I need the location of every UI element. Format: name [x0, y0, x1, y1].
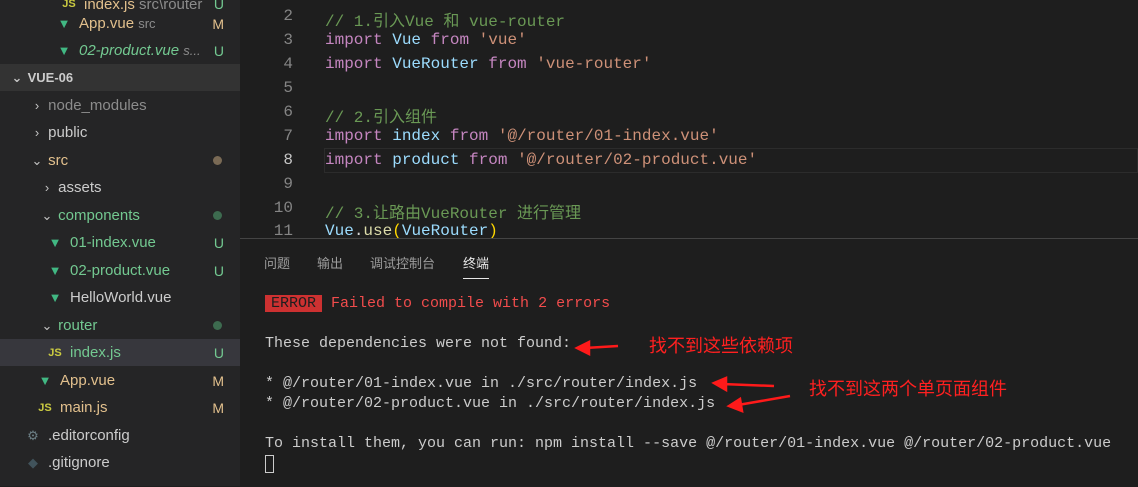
project-header[interactable]: ⌄ VUE-06: [0, 64, 240, 91]
code-line: // 2.引入组件: [325, 109, 438, 127]
chevron-right-icon: ›: [44, 180, 50, 195]
code-line: // 3.让路由VueRouter 进行管理: [325, 205, 582, 223]
code-line: import product from '@/router/02-product…: [325, 151, 758, 169]
vue-file-icon: ▼: [48, 235, 62, 250]
annotation-arrows: [574, 339, 791, 413]
code-line: import Vue from 'vue': [325, 31, 527, 49]
code-line: import index from '@/router/01-index.vue…: [325, 127, 719, 145]
vue-file-icon: ▼: [38, 373, 52, 388]
folder-components[interactable]: ⌄ components: [0, 202, 240, 229]
chevron-right-icon: ›: [34, 98, 40, 113]
vue-file-icon: ▼: [48, 263, 62, 278]
folder-src[interactable]: ⌄ src: [0, 147, 240, 174]
file-01-index-vue[interactable]: ▼ 01-index.vue U: [0, 229, 240, 256]
code-line: // 1.引入Vue 和 vue-router: [325, 13, 566, 31]
arrow-3: [737, 394, 791, 407]
folder-node-modules[interactable]: › node_modules: [0, 92, 240, 119]
file-helloworld-vue[interactable]: ▼ HelloWorld.vue: [0, 284, 240, 311]
chevron-down-icon: ⌄: [41, 207, 53, 223]
gear-icon: ⚙: [27, 427, 39, 443]
arrow-2-head: [711, 376, 728, 393]
file-editorconfig[interactable]: ⚙ .editorconfig: [0, 422, 240, 449]
code-editor[interactable]: 2 // 1.引入Vue 和 vue-router 3 import Vue f…: [240, 0, 1138, 240]
untracked-dot: [213, 211, 222, 220]
js-file-icon: JS: [62, 0, 76, 10]
bottom-panel: 问题 输出 调试控制台 终端 ERROR Failed to compile w…: [240, 238, 1138, 486]
folder-public[interactable]: › public: [0, 119, 240, 146]
vue-file-icon: ▼: [48, 290, 62, 305]
git-icon: ◆: [28, 454, 38, 470]
js-file-icon: JS: [38, 401, 52, 414]
file-index-js[interactable]: JS index.js U: [0, 339, 240, 366]
file-app-vue[interactable]: ▼ App.vue M: [0, 367, 240, 394]
chevron-right-icon: ›: [34, 125, 40, 140]
untracked-dot: [213, 321, 222, 330]
file-main-js[interactable]: JS main.js M: [0, 394, 240, 421]
chevron-down-icon: ⌄: [41, 317, 53, 333]
folder-router[interactable]: ⌄ router: [0, 312, 240, 339]
modified-dot: [213, 156, 222, 165]
explorer-sidebar: JS index.js src\router U ▼ App.vue src M…: [0, 0, 240, 486]
vue-file-icon: ▼: [57, 43, 71, 58]
chevron-down-icon: ⌄: [31, 152, 43, 168]
arrow-3-head: [726, 396, 744, 413]
file-gitignore[interactable]: ◆ .gitignore: [0, 449, 240, 476]
arrow-2: [721, 382, 775, 388]
code-line: import VueRouter from 'vue-router': [325, 55, 652, 73]
js-file-icon: JS: [48, 346, 62, 359]
chevron-down-icon: ⌄: [11, 69, 23, 85]
open-editor-app-vue[interactable]: ▼ App.vue src M: [0, 10, 240, 37]
open-editor-02-product-vue[interactable]: ▼ 02-product.vue s... U: [0, 37, 240, 64]
file-02-product-vue[interactable]: ▼ 02-product.vue U: [0, 257, 240, 284]
folder-assets[interactable]: › assets: [0, 174, 240, 201]
arrow-1-head: [574, 339, 591, 357]
vue-file-icon: ▼: [57, 16, 71, 31]
